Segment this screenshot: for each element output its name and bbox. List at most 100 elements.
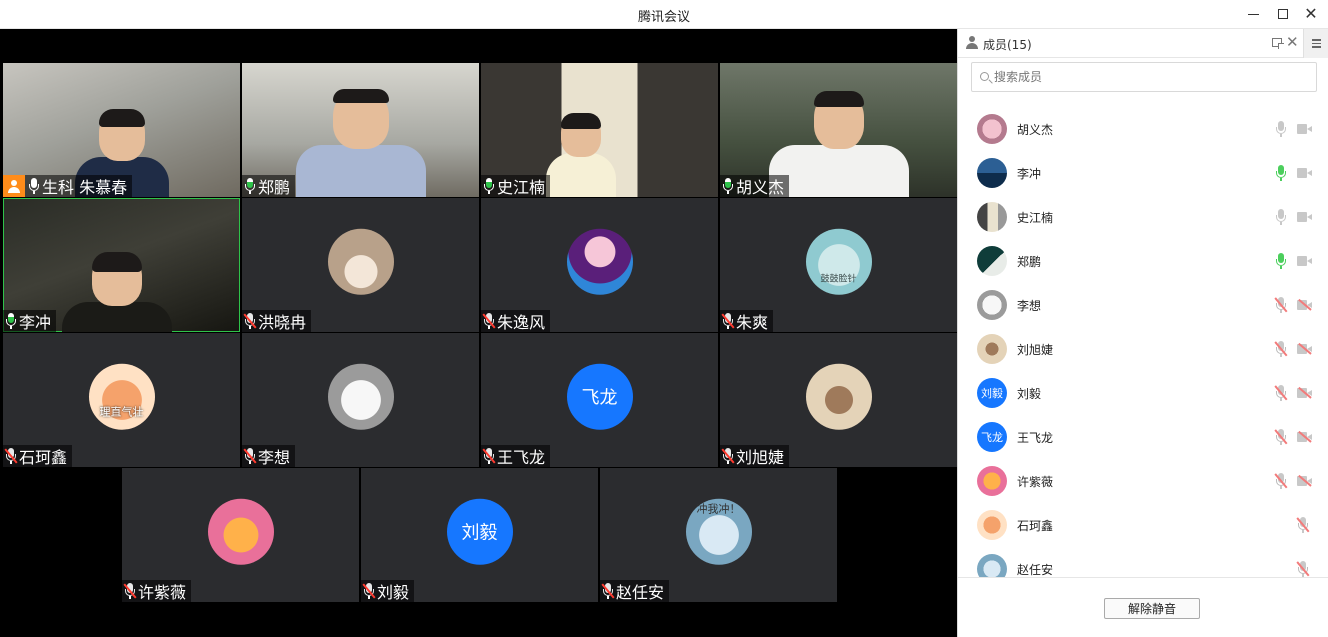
video-tile[interactable]: 李想: [242, 333, 479, 467]
member-row[interactable]: 胡义杰: [958, 107, 1328, 151]
camera-icon[interactable]: [1297, 212, 1313, 222]
member-avatar: [977, 202, 1007, 232]
close-panel-icon[interactable]: ✕: [1286, 33, 1299, 51]
participant-avatar: [327, 228, 394, 295]
video-tile[interactable]: 胡义杰: [720, 63, 957, 197]
member-row[interactable]: 飞龙 王飞龙: [958, 415, 1328, 459]
maximize-button[interactable]: [1272, 4, 1294, 24]
mic-icon[interactable]: [1275, 253, 1287, 269]
members-icon: [965, 36, 979, 50]
close-window-button[interactable]: ✕: [1300, 4, 1322, 24]
video-tile[interactable]: 刘毅 刘毅: [361, 468, 598, 602]
mic-muted-icon: [5, 448, 17, 464]
video-tile[interactable]: 许紫薇: [122, 468, 359, 602]
member-row[interactable]: 赵任安: [958, 547, 1328, 577]
participant-name: 朱爽: [736, 313, 769, 332]
camera-icon[interactable]: [1297, 256, 1313, 266]
mic-muted-icon: [363, 583, 375, 599]
member-name: 刘毅: [1017, 387, 1042, 401]
member-row[interactable]: 史江楠: [958, 195, 1328, 239]
mic-muted-icon[interactable]: [1275, 297, 1287, 313]
name-tag: 朱爽: [720, 310, 774, 332]
maximize-icon: [1278, 9, 1288, 19]
video-tile[interactable]: 刘旭婕: [720, 333, 957, 467]
mic-icon[interactable]: [1275, 165, 1287, 181]
title-bar: 腾讯会议 ✕: [0, 0, 1328, 29]
participant-avatar: 刘毅: [446, 498, 513, 565]
participant-video: [545, 113, 616, 197]
member-row[interactable]: 郑鹏: [958, 239, 1328, 283]
member-row[interactable]: 刘旭婕: [958, 327, 1328, 371]
mic-muted-icon[interactable]: [1275, 341, 1287, 357]
mic-muted-icon: [244, 448, 256, 464]
camera-icon[interactable]: [1297, 124, 1313, 134]
mic-muted-icon: [124, 583, 136, 599]
name-tag: 赵任安: [600, 580, 670, 602]
camera-icon[interactable]: [1297, 168, 1313, 178]
members-panel-footer: 解除静音: [958, 577, 1328, 637]
camera-off-icon[interactable]: [1297, 300, 1313, 310]
camera-off-icon[interactable]: [1297, 344, 1313, 354]
avatar-caption: 冲我冲！: [696, 502, 741, 516]
video-tile[interactable]: 理直气壮 石珂鑫: [3, 333, 240, 467]
video-tile[interactable]: 郑鹏: [242, 63, 479, 197]
name-tag: 石珂鑫: [3, 445, 73, 467]
video-tile[interactable]: 鼓鼓脸针 朱爽: [720, 198, 957, 332]
minimize-button[interactable]: [1242, 4, 1264, 24]
camera-off-icon[interactable]: [1297, 388, 1313, 398]
participant-name: 洪晓冉: [258, 313, 307, 332]
video-tile-active-speaker[interactable]: 李冲: [3, 198, 240, 332]
video-tile[interactable]: 生科 朱慕春: [3, 63, 240, 197]
member-row[interactable]: 石珂鑫: [958, 503, 1328, 547]
member-avatar: [977, 290, 1007, 320]
member-name: 李冲: [1017, 167, 1042, 181]
member-search[interactable]: [971, 62, 1317, 92]
member-row[interactable]: 刘毅 刘毅: [958, 371, 1328, 415]
member-name: 刘旭婕: [1017, 343, 1054, 357]
member-name: 史江楠: [1017, 211, 1054, 225]
name-tag: 胡义杰: [720, 175, 790, 197]
member-avatar: [977, 246, 1007, 276]
name-tag: 刘毅: [361, 580, 415, 602]
video-tile[interactable]: 冲我冲！ 赵任安: [600, 468, 837, 602]
mic-icon: [5, 313, 17, 329]
name-tag: 李冲: [3, 310, 57, 332]
participant-avatar: 理直气壮: [88, 363, 155, 430]
mic-icon[interactable]: [1275, 121, 1287, 137]
member-avatar: [977, 114, 1007, 144]
camera-off-icon[interactable]: [1297, 476, 1313, 486]
search-icon: [980, 72, 989, 81]
mic-muted-icon[interactable]: [1275, 385, 1287, 401]
video-tile[interactable]: 史江楠: [481, 63, 718, 197]
mic-muted-icon[interactable]: [1297, 561, 1309, 577]
mic-muted-icon: [483, 448, 495, 464]
mic-muted-icon[interactable]: [1275, 473, 1287, 489]
mic-muted-icon: [602, 583, 614, 599]
member-row[interactable]: 李想: [958, 283, 1328, 327]
member-row[interactable]: 许紫薇: [958, 459, 1328, 503]
participant-video: [61, 252, 172, 332]
member-name: 赵任安: [1017, 563, 1054, 577]
video-tile[interactable]: 飞龙 王飞龙: [481, 333, 718, 467]
mic-icon[interactable]: [1275, 209, 1287, 225]
popout-icon[interactable]: [1272, 38, 1284, 49]
camera-off-icon[interactable]: [1297, 432, 1313, 442]
video-tile[interactable]: 朱逸风: [481, 198, 718, 332]
participant-name: 许紫薇: [138, 583, 187, 602]
mic-muted-icon[interactable]: [1275, 429, 1287, 445]
members-panel: 成员(15) ✕ 胡义杰 李冲 史江楠: [957, 29, 1328, 637]
member-row[interactable]: 李冲: [958, 151, 1328, 195]
member-search-input[interactable]: [994, 67, 1294, 87]
participant-name: 石珂鑫: [19, 448, 68, 467]
unmute-button[interactable]: 解除静音: [1104, 598, 1200, 619]
mic-muted-icon: [483, 313, 495, 329]
panel-menu-icon[interactable]: [1303, 29, 1328, 58]
name-tag: 许紫薇: [122, 580, 192, 602]
participant-name: 郑鹏: [258, 178, 291, 197]
video-tile[interactable]: 洪晓冉: [242, 198, 479, 332]
mic-muted-icon[interactable]: [1297, 517, 1309, 533]
name-tag: 生科 朱慕春: [3, 175, 133, 197]
mic-icon: [28, 178, 40, 194]
member-list[interactable]: 胡义杰 李冲 史江楠 郑鹏 李想 刘旭婕 刘毅 刘毅 飞龙 王飞龙 许紫薇 石珂…: [958, 107, 1328, 577]
participant-name: 朱逸风: [497, 313, 546, 332]
